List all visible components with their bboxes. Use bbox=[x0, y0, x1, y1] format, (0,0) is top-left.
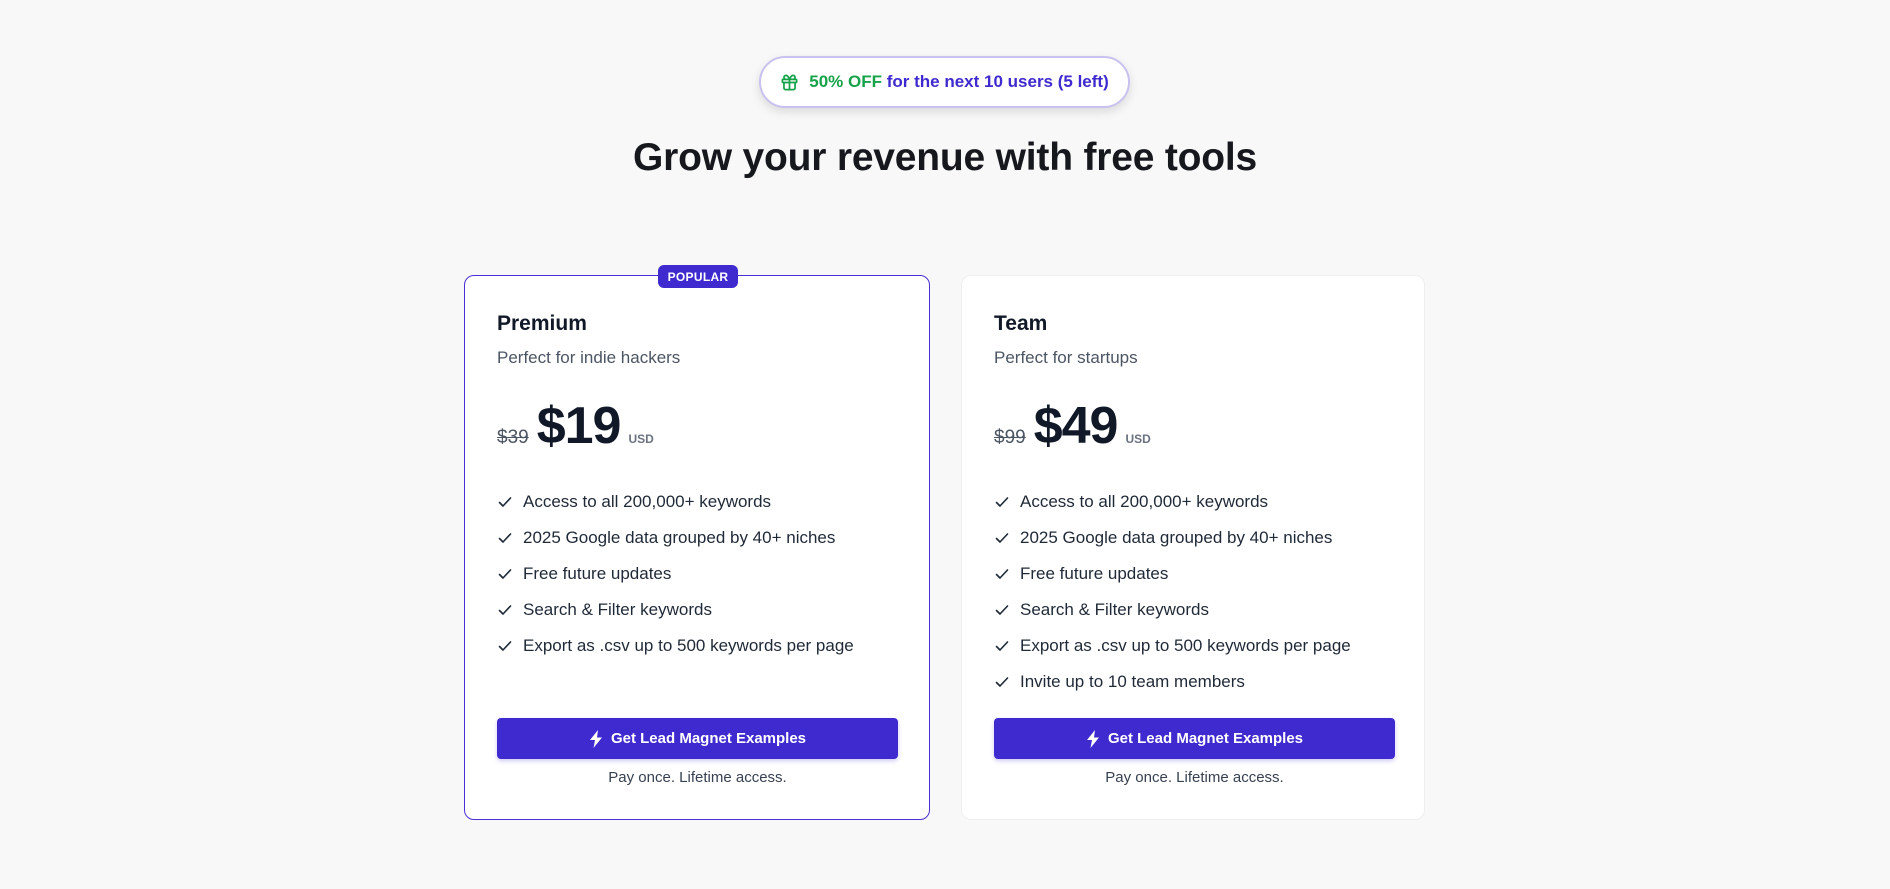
discount-details: for the next 10 users (5 left) bbox=[886, 72, 1109, 91]
lightning-icon bbox=[1086, 729, 1100, 748]
currency-label: USD bbox=[1125, 432, 1151, 446]
lightning-icon bbox=[589, 729, 603, 748]
feature-item: Search & Filter keywords bbox=[994, 592, 1351, 628]
plan-name: Premium bbox=[497, 312, 587, 335]
feature-item: Export as .csv up to 500 keywords per pa… bbox=[994, 628, 1351, 664]
feature-item: 2025 Google data grouped by 40+ niches bbox=[994, 520, 1351, 556]
cta-label: Get Lead Magnet Examples bbox=[1107, 730, 1304, 747]
discount-banner: 50% OFF for the next 10 users (5 left) bbox=[759, 56, 1130, 108]
team-cta-button[interactable]: Get Lead Magnet Examples bbox=[994, 718, 1395, 759]
check-icon bbox=[497, 638, 513, 654]
payment-note: Pay once. Lifetime access. bbox=[608, 769, 787, 786]
check-icon bbox=[497, 566, 513, 582]
old-price: $99 bbox=[994, 427, 1026, 448]
pricing-page: 50% OFF for the next 10 users (5 left) G… bbox=[0, 0, 1890, 889]
check-icon bbox=[497, 530, 513, 546]
feature-text: Free future updates bbox=[1020, 564, 1169, 583]
feature-item: Free future updates bbox=[497, 556, 854, 592]
feature-text: 2025 Google data grouped by 40+ niches bbox=[1020, 528, 1333, 547]
feature-item: Search & Filter keywords bbox=[497, 592, 854, 628]
current-price: $19 bbox=[536, 397, 622, 455]
feature-text: Export as .csv up to 500 keywords per pa… bbox=[523, 636, 854, 655]
check-icon bbox=[994, 674, 1010, 690]
cta-label: Get Lead Magnet Examples bbox=[610, 730, 807, 747]
check-icon bbox=[497, 602, 513, 618]
check-icon bbox=[994, 638, 1010, 654]
popular-badge: POPULAR bbox=[658, 265, 738, 288]
feature-text: Search & Filter keywords bbox=[523, 600, 712, 619]
feature-item: Free future updates bbox=[994, 556, 1351, 592]
feature-text: Export as .csv up to 500 keywords per pa… bbox=[1020, 636, 1351, 655]
feature-text: Invite up to 10 team members bbox=[1020, 672, 1245, 691]
premium-cta-button[interactable]: Get Lead Magnet Examples bbox=[497, 718, 898, 759]
feature-item: 2025 Google data grouped by 40+ niches bbox=[497, 520, 854, 556]
check-icon bbox=[994, 530, 1010, 546]
feature-list: Access to all 200,000+ keywords 2025 Goo… bbox=[994, 484, 1351, 700]
feature-item: Export as .csv up to 500 keywords per pa… bbox=[497, 628, 854, 664]
page-title: Grow your revenue with free tools bbox=[632, 136, 1258, 179]
check-icon bbox=[994, 494, 1010, 510]
price-row: $99 $49 USD bbox=[994, 396, 1151, 456]
current-price: $49 bbox=[1033, 397, 1119, 455]
team-plan-card: Team Perfect for startups $99 $49 USD Ac… bbox=[961, 275, 1425, 820]
payment-note: Pay once. Lifetime access. bbox=[1105, 769, 1284, 786]
feature-text: 2025 Google data grouped by 40+ niches bbox=[523, 528, 836, 547]
feature-list: Access to all 200,000+ keywords 2025 Goo… bbox=[497, 484, 854, 664]
plan-description: Perfect for indie hackers bbox=[497, 348, 681, 367]
feature-text: Access to all 200,000+ keywords bbox=[523, 492, 772, 511]
old-price: $39 bbox=[497, 427, 529, 448]
feature-text: Access to all 200,000+ keywords bbox=[1020, 492, 1269, 511]
currency-label: USD bbox=[628, 432, 654, 446]
check-icon bbox=[994, 602, 1010, 618]
plan-name: Team bbox=[994, 312, 1048, 335]
plan-description: Perfect for startups bbox=[994, 348, 1138, 367]
feature-item: Access to all 200,000+ keywords bbox=[994, 484, 1351, 520]
gift-icon bbox=[780, 73, 799, 92]
feature-text: Free future updates bbox=[523, 564, 672, 583]
price-row: $39 $19 USD bbox=[497, 396, 654, 456]
check-icon bbox=[497, 494, 513, 510]
feature-text: Search & Filter keywords bbox=[1020, 600, 1209, 619]
feature-item: Invite up to 10 team members bbox=[994, 664, 1351, 700]
premium-plan-card: POPULAR Premium Perfect for indie hacker… bbox=[464, 265, 930, 820]
feature-item: Access to all 200,000+ keywords bbox=[497, 484, 854, 520]
check-icon bbox=[994, 566, 1010, 582]
discount-highlight: 50% OFF bbox=[809, 72, 882, 91]
